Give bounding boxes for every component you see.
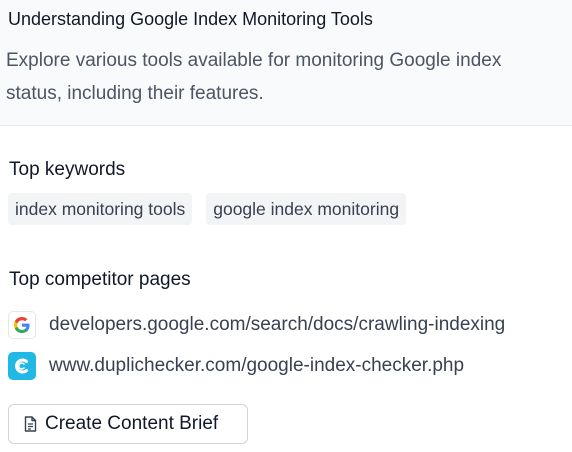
keyword-chip: index monitoring tools [8, 193, 193, 225]
keywords-list: index monitoring tools google index moni… [8, 193, 407, 225]
top-keywords-heading: Top keywords [9, 159, 126, 180]
document-icon [24, 416, 37, 432]
create-content-brief-label: Create Content Brief [45, 413, 219, 434]
keyword-chip: google index monitoring [206, 193, 407, 225]
create-content-brief-button[interactable]: Create Content Brief [8, 404, 248, 444]
competitor-link[interactable]: www.duplichecker.com/google-index-checke… [8, 352, 464, 380]
competitor-link[interactable]: developers.google.com/search/docs/crawli… [8, 311, 505, 339]
top-competitors-heading: Top competitor pages [9, 269, 191, 290]
page-description: Explore various tools available for moni… [6, 50, 502, 104]
duplichecker-favicon-icon [8, 352, 36, 380]
competitor-url[interactable]: developers.google.com/search/docs/crawli… [49, 314, 505, 336]
page-title: Understanding Google Index Monitoring To… [8, 9, 373, 29]
card-header: Understanding Google Index Monitoring To… [0, 0, 572, 126]
competitor-url[interactable]: www.duplichecker.com/google-index-checke… [49, 355, 464, 377]
google-favicon-icon [8, 311, 36, 339]
